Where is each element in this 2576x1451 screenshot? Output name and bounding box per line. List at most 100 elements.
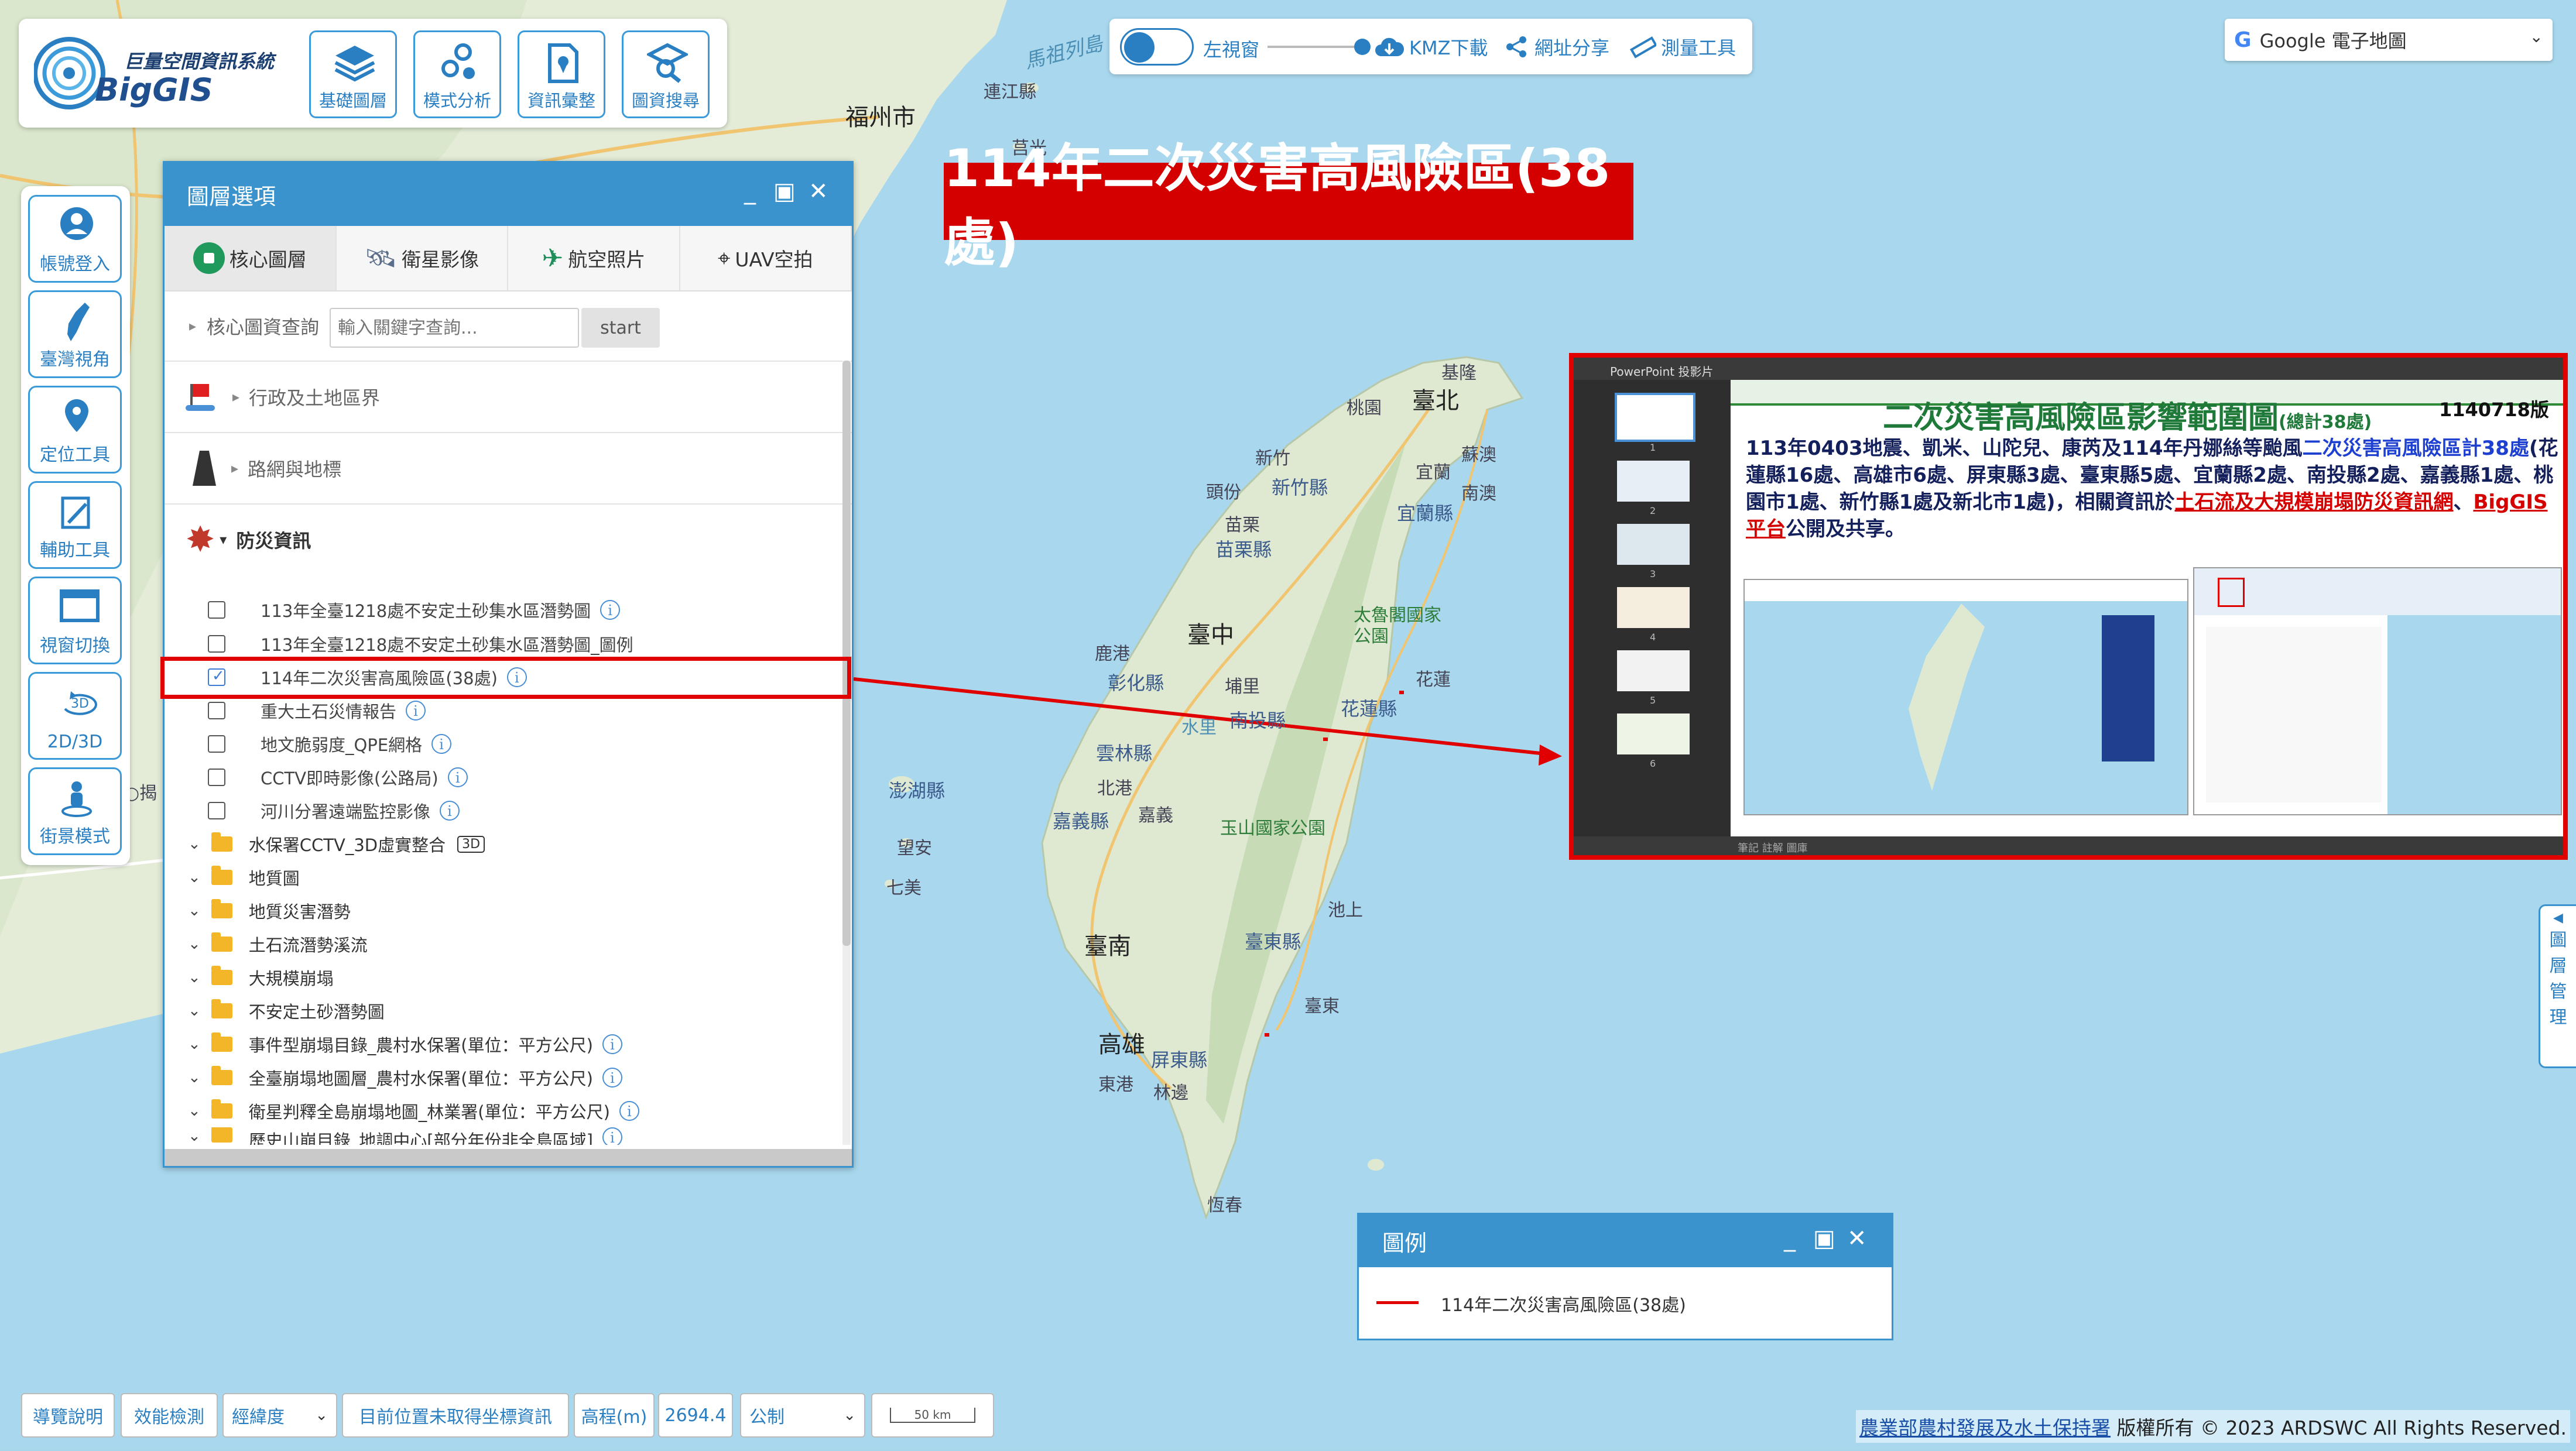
horizontal-scrollbar[interactable] [165,1149,852,1166]
info-icon[interactable]: i [602,1034,622,1054]
folder-icon [211,866,232,885]
close-icon[interactable]: ✕ [809,178,828,205]
search-start-button[interactable]: start [581,308,660,348]
kmz-download-button[interactable]: KMZ下載 [1374,29,1488,64]
chevron-down-icon: ⌄ [188,935,201,953]
maximize-icon[interactable]: ▣ [1813,1225,1835,1252]
opacity-slider-track[interactable] [1268,46,1361,48]
info-summary-button[interactable]: 資訊彙整 [518,30,605,118]
guide-button[interactable]: 導覽說明 [21,1393,115,1438]
info-icon[interactable]: i [600,600,621,620]
info-icon[interactable]: i [619,1101,639,1121]
locate-tool-button[interactable]: 定位工具 [28,386,122,474]
folder-row[interactable]: ⌄ 事件型崩塌目錄_農村水保署(單位：平方公尺) i [165,1027,838,1061]
maximize-icon[interactable]: ▣ [773,178,796,205]
map-label-kaohsiung: 高雄 [1098,1031,1145,1058]
layer-checkbox[interactable] [208,601,225,619]
slide-thumbnail[interactable] [1617,461,1690,502]
folder-row[interactable]: ⌄ 不安定土砂潛勢圖 [165,994,838,1028]
info-icon[interactable]: i [431,734,452,754]
folder-row[interactable]: ⌄ 水保署CCTV_3D虛實整合 3D [165,827,838,861]
layer-label: 河川分署遠端監控影像 [261,802,431,822]
basemap-select[interactable]: G Google 電子地圖 ⌄ [2225,19,2553,61]
scrollbar-thumb[interactable] [842,361,851,946]
info-icon[interactable]: i [602,1127,622,1145]
model-analysis-button[interactable]: 模式分析 [413,30,501,118]
logo-name: BigGIS [95,71,213,108]
map-label-beigang: 北港 [1097,778,1132,799]
slide-thumbnail[interactable] [1617,650,1690,691]
2d-3d-toggle-button[interactable]: 3D 2D/3D [28,672,122,760]
layer-manage-tab[interactable]: ◀ 圖 層 管 理 [2539,904,2576,1068]
folder-label: 歷史山崩目錄_地調中心[部分年份非全島區域] [248,1131,593,1145]
tab-satellite[interactable]: 🛰 衛星影像 [336,226,508,290]
tab-uav[interactable]: ⌖ UAV空拍 [680,226,852,290]
current-position-text: 目前位置未取得坐標資訊 [342,1393,569,1438]
section-disaster-info[interactable]: ✸ ▾ 防災資訊 [165,505,852,575]
folder-row[interactable]: ⌄ 衛星判釋全島崩塌地圖_林業署(單位：平方公尺) i [165,1094,838,1128]
slide-thumbnail[interactable] [1617,714,1690,754]
layer-row[interactable]: 河川分署遠端監控影像 i [165,794,838,828]
drone-icon: ⌖ [717,245,731,271]
3d-text: 3D [71,697,89,711]
folder-row[interactable]: ⌄ 大規模崩塌 [165,961,838,994]
layer-checkbox[interactable] [208,635,225,653]
close-icon[interactable]: ✕ [1847,1225,1867,1252]
elevation-value: 2694.4 [658,1393,733,1438]
layer-row[interactable]: 113年全臺1218處不安定土砂集水區潛勢圖_圖例 [165,627,838,661]
layer-checkbox[interactable] [208,769,225,786]
legend-header: 圖例 _ ▣ ✕ [1359,1215,1892,1267]
opacity-slider-handle[interactable] [1354,39,1371,55]
slide-thumbnail[interactable] [1617,524,1690,565]
folder-row[interactable]: ⌄ 歷史山崩目錄_地調中心[部分年份非全島區域] i [165,1127,838,1145]
map-label-lukang: 鹿港 [1095,644,1130,664]
minimize-icon[interactable]: _ [1784,1225,1796,1252]
unit-select[interactable]: 公制 ⌄ [740,1393,865,1438]
layer-manage-char: 圖 [2549,930,2567,951]
section-road-network[interactable]: ▸ 路網與地標 [165,433,852,505]
folder-row[interactable]: ⌄ 全臺崩塌地圖層_農村水保署(單位：平方公尺) i [165,1061,838,1095]
base-layer-button[interactable]: 基礎圖層 [309,30,397,118]
info-icon[interactable]: i [440,801,460,821]
split-window-toggle[interactable] [1120,28,1194,66]
map-label-taichung: 臺中 [1187,622,1234,649]
coord-type-select[interactable]: 經緯度 ⌄ [222,1393,337,1438]
folder-row[interactable]: ⌄ 土石流潛勢溪流 [165,927,838,961]
layer-checkbox[interactable] [208,735,225,753]
layer-row[interactable]: 地文脆弱度_QPE網格 i [165,727,838,761]
taiwan-view-button[interactable]: 臺灣視角 [28,290,122,378]
measure-tool-button[interactable]: 測量工具 [1629,29,1736,64]
map-label-suao: 蘇澳 [1461,445,1496,465]
hazard-icon: ✸ [186,519,215,560]
window-switch-button[interactable]: 視窗切換 [28,577,122,664]
minimize-icon[interactable]: _ [744,178,756,205]
info-icon[interactable]: i [406,701,426,721]
layer-checkbox[interactable] [208,702,225,719]
layer-row[interactable]: CCTV即時影像(公路局) i [165,760,838,794]
elevation-label: 高程(m) [574,1393,655,1438]
street-view-button[interactable]: 街景模式 [28,767,122,855]
footer-copyright: 農業部農村發展及水土保持署 版權所有 © 2023 ARDSWC All Rig… [1855,1410,2570,1443]
layer-checkbox[interactable] [208,802,225,819]
legend-panel: 圖例 _ ▣ ✕ 114年二次災害高風險區(38處) [1357,1213,1893,1340]
tab-core-layers[interactable]: 核心圖層 [165,226,337,290]
info-icon[interactable]: i [602,1068,622,1088]
map-search-button[interactable]: 圖資搜尋 [622,30,710,118]
login-button[interactable]: 帳號登入 [28,195,122,283]
arrow-left-icon: ◀ [2553,911,2563,925]
folder-row[interactable]: ⌄ 地質災害潛勢 [165,894,838,928]
slide-thumbnail[interactable] [1615,393,1695,442]
layer-row[interactable]: 113年全臺1218處不安定土砂集水區潛勢圖 i [165,593,838,627]
slide-thumbnail[interactable] [1617,587,1690,628]
performance-check-button[interactable]: 效能檢測 [121,1393,218,1438]
footer-org-link[interactable]: 農業部農村發展及水土保持署 [1859,1416,2111,1439]
info-icon[interactable]: i [447,767,468,787]
share-url-button[interactable]: 網址分享 [1505,29,1609,64]
folder-label: 事件型崩塌目錄_農村水保署(單位：平方公尺) [248,1035,593,1055]
tab-aerial-label: 航空照片 [568,248,646,271]
folder-row[interactable]: ⌄ 地質圖 [165,860,838,894]
section-admin-boundary[interactable]: ▸ 行政及土地區界 [165,362,852,433]
core-search-input[interactable] [330,308,579,348]
tab-aerial[interactable]: ✈ 航空照片 [508,226,680,290]
aux-tools-button[interactable]: 輔助工具 [28,481,122,569]
